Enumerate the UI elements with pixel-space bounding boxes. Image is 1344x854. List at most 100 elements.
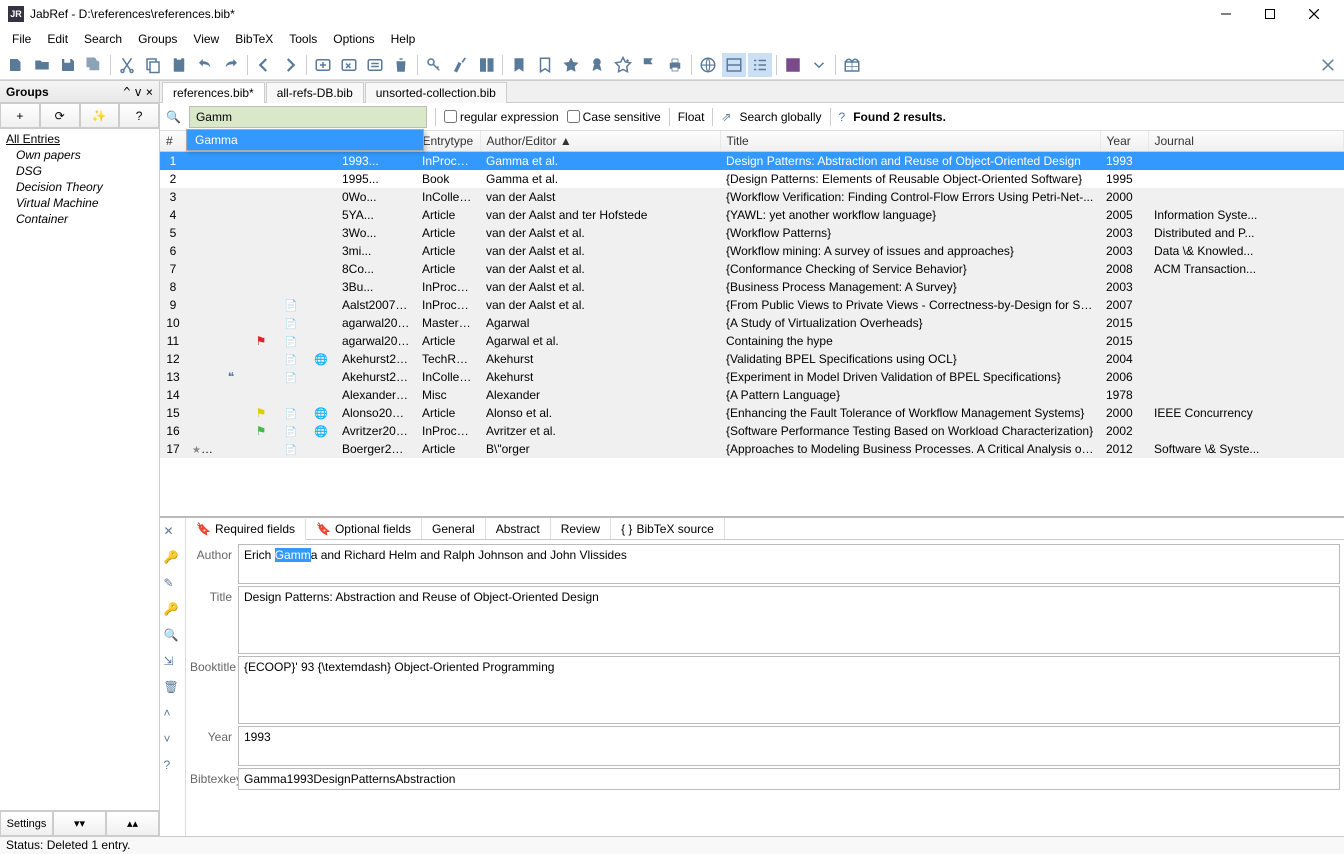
refresh-group-button[interactable]: ⟳	[40, 103, 80, 128]
menu-file[interactable]: File	[4, 30, 39, 48]
case-checkbox[interactable]: Case sensitive	[567, 110, 661, 124]
paste-icon[interactable]	[167, 53, 191, 77]
find-icon[interactable]: 🔍	[164, 628, 182, 646]
table-row[interactable]: 13❝📄Akehurst200...InCollecti...Akehurst{…	[160, 368, 1344, 386]
maximize-button[interactable]	[1248, 0, 1292, 28]
key-icon[interactable]	[422, 53, 446, 77]
priority-icon[interactable]	[637, 53, 661, 77]
web-search-icon[interactable]	[696, 53, 720, 77]
table-row[interactable]: 83Bu...InProcee...van der Aalst et al.{B…	[160, 278, 1344, 296]
group-item[interactable]: Decision Theory	[2, 179, 157, 195]
group-item[interactable]: DSG	[2, 163, 157, 179]
title-field[interactable]: Design Patterns: Abstraction and Reuse o…	[238, 586, 1340, 654]
save-icon[interactable]	[56, 53, 80, 77]
relevance-icon[interactable]	[559, 53, 583, 77]
help-group-button[interactable]: ?	[119, 103, 159, 128]
table-row[interactable]: 10📄agarwal2015...MastersT...Agarwal{A St…	[160, 314, 1344, 332]
table-row[interactable]: 15⚑📄🌐Alonso2000...ArticleAlonso et al.{E…	[160, 404, 1344, 422]
table-row[interactable]: 63mi...Articlevan der Aalst et al.{Workf…	[160, 242, 1344, 260]
table-row[interactable]: 21995...BookGamma et al.{Design Patterns…	[160, 170, 1344, 188]
table-row[interactable]: 9📄Aalst2007Fro...InProcee...van der Aals…	[160, 296, 1344, 314]
table-row[interactable]: 11993...InProcee...Gamma et al.Design Pa…	[160, 152, 1344, 171]
year-field[interactable]: 1993	[238, 726, 1340, 766]
undo-icon[interactable]	[193, 53, 217, 77]
close-editor-icon[interactable]: ✕	[164, 524, 182, 542]
settings-button[interactable]: Settings	[0, 811, 53, 836]
open-icon[interactable]	[30, 53, 54, 77]
col-year[interactable]: Year	[1100, 131, 1148, 152]
menu-options[interactable]: Options	[325, 30, 382, 48]
col-entrytype[interactable]: Entrytype	[416, 131, 480, 152]
menu-help[interactable]: Help	[383, 30, 424, 48]
help-editor-icon[interactable]: ?	[164, 758, 182, 776]
menu-bibtex[interactable]: BibTeX	[227, 30, 281, 48]
tab-general[interactable]: General	[422, 518, 486, 539]
edit-entry-icon[interactable]	[337, 53, 361, 77]
close-button[interactable]	[1292, 0, 1336, 28]
group-item[interactable]: Virtual Machine	[2, 195, 157, 211]
table-row[interactable]: 12📄🌐Akehurst200...TechRep...Akehurst{Val…	[160, 350, 1344, 368]
table-row[interactable]: 17★★★★★📄Boerger2012...ArticleB\"orger{Ap…	[160, 440, 1344, 458]
search-global-label[interactable]: Search globally	[739, 110, 821, 124]
toggle-list-icon[interactable]	[748, 53, 772, 77]
table-row[interactable]: 45YA...Articlevan der Aalst and ter Hofs…	[160, 206, 1344, 224]
close-panel-icon[interactable]: ×	[146, 85, 153, 99]
push-app-icon[interactable]	[781, 53, 805, 77]
lookup-icon[interactable]: 🔑	[164, 602, 182, 620]
tab-abstract[interactable]: Abstract	[486, 518, 551, 539]
copy-icon[interactable]	[141, 53, 165, 77]
collapse-button[interactable]: ▴▴	[106, 811, 159, 836]
minimize-button[interactable]	[1204, 0, 1248, 28]
quality-icon[interactable]	[585, 53, 609, 77]
menu-search[interactable]: Search	[76, 30, 130, 48]
edit-strings-icon[interactable]	[363, 53, 387, 77]
menu-view[interactable]: View	[185, 30, 227, 48]
menu-edit[interactable]: Edit	[39, 30, 76, 48]
menu-groups[interactable]: Groups	[130, 30, 185, 48]
prev-entry-icon[interactable]: ˄	[164, 706, 182, 724]
table-row[interactable]: 53Wo...Articlevan der Aalst et al.{Workf…	[160, 224, 1344, 242]
booktitle-field[interactable]: {ECOOP}' 93 {\textemdash} Object-Oriente…	[238, 656, 1340, 724]
new-entry-icon[interactable]	[311, 53, 335, 77]
table-row[interactable]: 16⚑📄🌐Avritzer2012...InProcee...Avritzer …	[160, 422, 1344, 440]
link-icon[interactable]: ⇲	[164, 654, 182, 672]
tab-references[interactable]: references.bib*	[162, 82, 265, 103]
delete-entry-icon[interactable]: 🗑	[164, 680, 182, 698]
cleanup-icon[interactable]	[448, 53, 472, 77]
table-row[interactable]: 78Co...Articlevan der Aalst et al.{Confo…	[160, 260, 1344, 278]
redo-icon[interactable]	[219, 53, 243, 77]
print-icon[interactable]	[663, 53, 687, 77]
copy-preview-icon[interactable]	[474, 53, 498, 77]
author-field[interactable]: Erich Gamma and Richard Helm and Ralph J…	[238, 544, 1340, 584]
tab-allrefs[interactable]: all-refs-DB.bib	[266, 82, 364, 103]
group-all-entries[interactable]: All Entries	[2, 131, 157, 147]
add-group-button[interactable]: +	[0, 103, 40, 128]
search-suggestion-item[interactable]: Gamma	[187, 130, 423, 150]
tab-optional[interactable]: 🔖Optional fields	[306, 518, 422, 539]
help-icon[interactable]: ?	[839, 110, 846, 124]
push-dropdown-icon[interactable]	[807, 53, 831, 77]
save-all-icon[interactable]	[82, 53, 106, 77]
tab-required[interactable]: 🔖Required fields	[186, 519, 306, 540]
tab-review[interactable]: Review	[551, 518, 611, 539]
col-author[interactable]: Author/Editor ▲	[480, 131, 720, 152]
back-icon[interactable]	[252, 53, 276, 77]
global-icon[interactable]: ⇗	[721, 110, 731, 124]
menu-tools[interactable]: Tools	[281, 30, 325, 48]
expand-button[interactable]: ▾▾	[53, 811, 106, 836]
next-entry-icon[interactable]: ˅	[164, 732, 182, 750]
col-title[interactable]: Title	[720, 131, 1100, 152]
mark-icon[interactable]	[507, 53, 531, 77]
tab-source[interactable]: { } BibTeX source	[611, 518, 725, 539]
table-row[interactable]: 11⚑📄agarwal2015...ArticleAgarwal et al.C…	[160, 332, 1344, 350]
auto-group-button[interactable]: ✨	[80, 103, 120, 128]
gen-key-icon[interactable]: 🔑	[164, 550, 182, 568]
col-num[interactable]: #	[160, 131, 186, 152]
collapse-up-icon[interactable]: ^	[123, 85, 130, 99]
delete-icon[interactable]	[389, 53, 413, 77]
bibtexkey-field[interactable]	[238, 768, 1340, 790]
col-journal[interactable]: Journal	[1148, 131, 1344, 152]
tab-unsorted[interactable]: unsorted-collection.bib	[365, 82, 507, 103]
new-db-icon[interactable]	[4, 53, 28, 77]
edit-icon[interactable]: ✎	[164, 576, 182, 594]
